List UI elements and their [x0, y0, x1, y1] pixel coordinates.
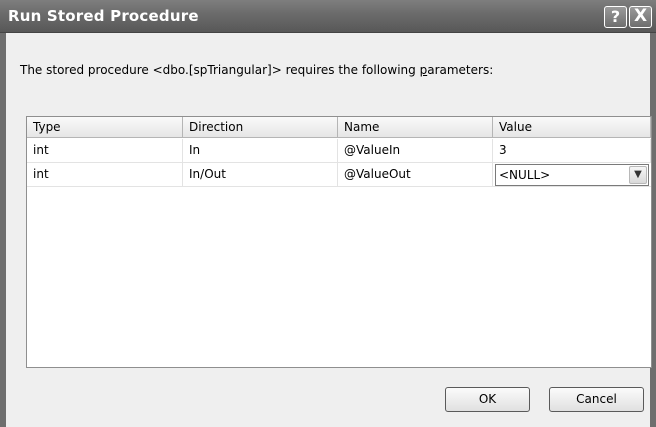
run-stored-procedure-dialog: Run Stored Procedure ? X The stored proc…	[0, 0, 656, 427]
cell-type: int	[27, 163, 183, 187]
chevron-down-icon: ▼	[634, 169, 642, 180]
column-header-type[interactable]: Type	[27, 117, 183, 138]
parameters-prompt: The stored procedure <dbo.[spTriangular]…	[20, 63, 493, 77]
table-row[interactable]: int In/Out @ValueOut <NULL> ▼	[27, 163, 651, 187]
ok-button[interactable]: OK	[445, 387, 530, 412]
dialog-title: Run Stored Procedure	[8, 7, 199, 25]
column-header-value[interactable]: Value	[493, 117, 651, 138]
value-input[interactable]: 3	[493, 139, 651, 163]
cell-name: @ValueIn	[338, 139, 493, 163]
column-header-direction[interactable]: Direction	[183, 117, 338, 138]
cell-direction: In	[183, 139, 338, 163]
table-row[interactable]: int In @ValueIn 3	[27, 139, 651, 163]
close-icon: X	[633, 6, 648, 26]
help-button[interactable]: ?	[604, 6, 627, 28]
prompt-text: The stored procedure <dbo.[spTriangular]…	[20, 63, 420, 77]
dropdown-button[interactable]: ▼	[629, 166, 647, 184]
value-dropdown[interactable]: <NULL> ▼	[495, 164, 649, 186]
column-header-name[interactable]: Name	[338, 117, 493, 138]
grid-header: Type Direction Name Value	[27, 117, 651, 138]
cancel-button[interactable]: Cancel	[549, 387, 644, 412]
cell-direction: In/Out	[183, 163, 338, 187]
value-dropdown-selected: <NULL>	[499, 168, 551, 182]
cell-type: int	[27, 139, 183, 163]
parameters-grid[interactable]: Type Direction Name Value int In @ValueI…	[26, 116, 652, 368]
close-button[interactable]: X	[629, 6, 652, 28]
prompt-text-end: arameters:	[427, 63, 494, 77]
cell-name: @ValueOut	[338, 163, 493, 187]
title-bar[interactable]: Run Stored Procedure ? X	[0, 0, 656, 33]
help-icon: ?	[610, 7, 621, 26]
